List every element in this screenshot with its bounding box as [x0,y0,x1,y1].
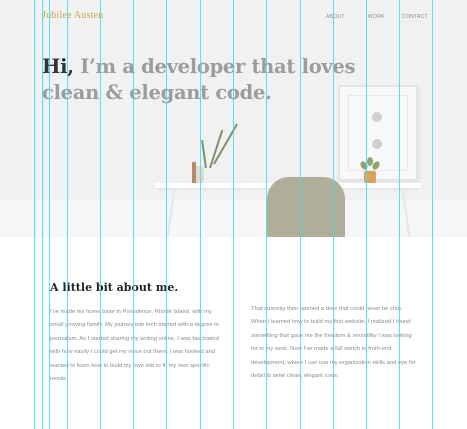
guide-line [233,0,234,429]
guide-line [67,0,68,429]
nav-contact-link[interactable]: CONTACT [402,14,428,20]
about-paragraph-right: That curiosity then opened a door that c… [251,306,416,380]
hero-greeting: Hi, [42,55,74,78]
nav-about-link[interactable]: ABOUT [326,14,345,20]
guide-line [399,0,400,429]
hero-headline-text: I’m a developer that loves clean & elega… [42,55,356,104]
about-paragraph-left: I’ve made my home base in Providence, Rh… [50,309,219,383]
guide-line [333,0,334,429]
guide-line [432,0,433,429]
bottle [192,162,196,184]
guide-line [42,0,43,429]
guide-line [49,0,50,429]
guide-line [100,0,101,429]
guide-line [133,0,134,429]
nav-work-link[interactable]: WORK [368,14,385,20]
guide-line [166,0,167,429]
guide-line [366,0,367,429]
site-logo[interactable]: Jubilee Austen [42,10,103,21]
guide-line [34,0,35,429]
guide-line [300,0,301,429]
frame-circle [372,112,382,122]
guide-line [200,0,201,429]
hero-headline: Hi, I’m a developer that loves clean & e… [42,54,382,106]
frame-circle [372,139,382,149]
about-title: A little bit about me. [50,281,179,294]
guide-line [266,0,267,429]
branch [201,140,207,169]
